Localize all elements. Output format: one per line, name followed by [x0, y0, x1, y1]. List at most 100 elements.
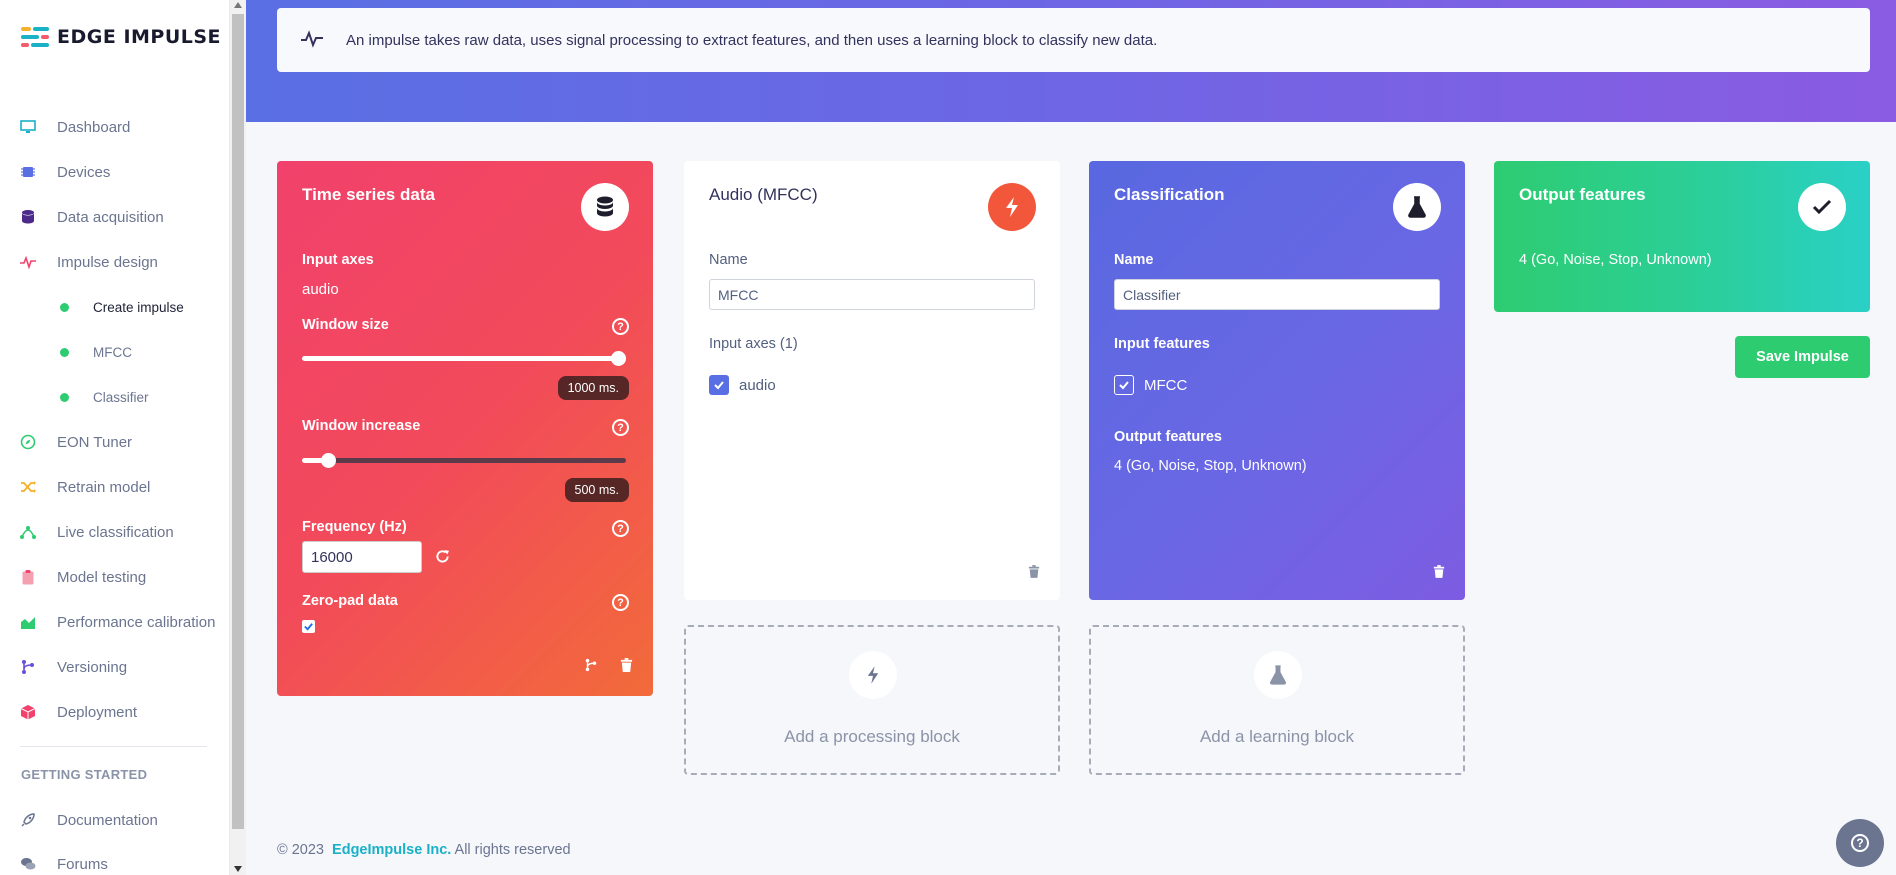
output-features-label: Output features: [1114, 429, 1222, 445]
window-size-label: Window size: [302, 317, 389, 333]
sidebar-item-model-testing[interactable]: Model testing: [0, 562, 230, 592]
logo-mark-icon: [21, 26, 49, 48]
monitor-icon: [20, 119, 36, 135]
axis-checkbox-row[interactable]: audio: [709, 375, 776, 395]
checkbox-label: MFCC: [1144, 376, 1188, 394]
branch-icon[interactable]: [584, 658, 598, 677]
sidebar-item-deployment[interactable]: Deployment: [0, 697, 230, 727]
slider-handle[interactable]: [611, 351, 626, 366]
status-dot: [60, 392, 69, 402]
slider-handle[interactable]: [320, 453, 336, 468]
window-size-slider[interactable]: [302, 351, 626, 366]
frequency-label: Frequency (Hz): [302, 519, 407, 535]
sidebar-item-versioning[interactable]: Versioning: [0, 652, 230, 682]
database-icon: [20, 209, 36, 225]
window-increase-slider[interactable]: [302, 453, 626, 468]
name-label: Name: [709, 252, 748, 268]
sidebar-item-create-impulse[interactable]: Create impulse: [0, 292, 230, 322]
frequency-input[interactable]: 16000: [302, 541, 422, 573]
status-dot: [60, 347, 69, 357]
add-learning-block-button[interactable]: Add a learning block: [1089, 625, 1465, 775]
chart-icon: [20, 614, 36, 630]
logo-text: EDGE IMPULSE: [57, 26, 222, 48]
nodes-icon: [20, 524, 36, 540]
processing-block-card: Audio (MFCC) Name MFCC Input axes (1) au…: [684, 161, 1060, 600]
checkbox[interactable]: [709, 375, 729, 395]
question-icon: ?: [1851, 834, 1869, 852]
logo[interactable]: EDGE IMPULSE: [21, 26, 221, 48]
sidebar-item-data-acquisition[interactable]: Data acquisition: [0, 202, 230, 232]
zero-pad-label: Zero-pad data: [302, 593, 398, 609]
feature-checkbox-row[interactable]: MFCC: [1114, 375, 1187, 395]
sidebar-item-performance-calibration[interactable]: Performance calibration: [0, 607, 230, 637]
sidebar: EDGE IMPULSE Dashboard Devices Data acqu…: [0, 0, 230, 875]
sidebar-item-devices[interactable]: Devices: [0, 157, 230, 187]
sidebar-item-live-classification[interactable]: Live classification: [0, 517, 230, 547]
sidebar-item-dashboard[interactable]: Dashboard: [0, 112, 230, 142]
sidebar-scrollbar[interactable]: [230, 0, 246, 875]
sidebar-item-retrain-model[interactable]: Retrain model: [0, 472, 230, 502]
time-series-card: Time series data Input axes audio Window…: [277, 161, 653, 696]
branch-icon: [20, 659, 36, 675]
add-processing-block-button[interactable]: Add a processing block: [684, 625, 1060, 775]
sidebar-item-classifier[interactable]: Classifier: [0, 382, 230, 412]
sidebar-item-documentation[interactable]: Documentation: [0, 805, 230, 835]
trash-icon[interactable]: [620, 658, 633, 677]
add-processing-label: Add a processing block: [784, 727, 960, 746]
rocket-icon: [20, 812, 36, 828]
output-features-value: 4 (Go, Noise, Stop, Unknown): [1114, 458, 1307, 474]
help-icon[interactable]: ?: [612, 419, 629, 436]
checkbox-label: audio: [739, 376, 776, 394]
flask-icon: [1254, 651, 1302, 699]
section-title-getting-started: GETTING STARTED: [21, 767, 148, 782]
input-axes-value: audio: [302, 281, 339, 298]
window-size-tooltip: 1000 ms.: [557, 376, 629, 400]
zero-pad-checkbox[interactable]: [302, 620, 315, 633]
checkbox[interactable]: [1114, 375, 1134, 395]
card-title: Audio (MFCC): [709, 185, 818, 204]
sidebar-item-forums[interactable]: Forums: [0, 849, 230, 875]
footer: © 2023 EdgeImpulse Inc. All rights reser…: [277, 842, 571, 858]
scroll-down-icon[interactable]: [234, 866, 242, 872]
chip-icon: [20, 164, 36, 180]
input-axes-label: Input axes: [302, 252, 374, 268]
info-text: An impulse takes raw data, uses signal p…: [346, 31, 1158, 49]
flask-icon: [1393, 183, 1441, 231]
rights-text: All rights reserved: [454, 842, 571, 858]
lightning-icon: [988, 183, 1036, 231]
scrollbar-thumb[interactable]: [232, 14, 244, 829]
check-icon: [1798, 183, 1846, 231]
learning-block-card: Classification Name Classifier Input fea…: [1089, 161, 1465, 600]
impulse-info-box: An impulse takes raw data, uses signal p…: [277, 8, 1870, 72]
name-input[interactable]: Classifier: [1114, 279, 1440, 310]
compass-icon: [20, 434, 36, 450]
refresh-icon[interactable]: [435, 549, 450, 569]
status-dot: [60, 302, 69, 312]
card-title: Output features: [1519, 185, 1646, 204]
help-button[interactable]: ?: [1836, 819, 1884, 867]
company-link[interactable]: EdgeImpulse Inc.: [332, 842, 451, 858]
sidebar-item-mfcc[interactable]: MFCC: [0, 337, 230, 367]
sidebar-item-eon-tuner[interactable]: EON Tuner: [0, 427, 230, 457]
pulse-icon: [301, 30, 323, 53]
save-impulse-button[interactable]: Save Impulse: [1735, 336, 1870, 378]
input-features-label: Input features: [1114, 336, 1210, 352]
name-input[interactable]: MFCC: [709, 279, 1035, 310]
help-icon[interactable]: ?: [612, 318, 629, 335]
scroll-up-icon[interactable]: [234, 2, 242, 8]
sidebar-item-impulse-design[interactable]: Impulse design: [0, 247, 230, 277]
add-learning-label: Add a learning block: [1199, 727, 1355, 746]
output-features-value: 4 (Go, Noise, Stop, Unknown): [1519, 252, 1712, 268]
chat-icon: [20, 856, 36, 872]
box-icon: [20, 704, 36, 720]
database-icon: [581, 183, 629, 231]
help-icon[interactable]: ?: [612, 520, 629, 537]
shuffle-icon: [20, 479, 36, 495]
sidebar-divider: [20, 746, 207, 747]
trash-icon[interactable]: [1433, 565, 1445, 583]
window-increase-label: Window increase: [302, 418, 421, 434]
help-icon[interactable]: ?: [612, 594, 629, 611]
trash-icon[interactable]: [1028, 565, 1040, 583]
card-title: Time series data: [302, 185, 435, 204]
window-increase-tooltip: 500 ms.: [564, 478, 629, 502]
